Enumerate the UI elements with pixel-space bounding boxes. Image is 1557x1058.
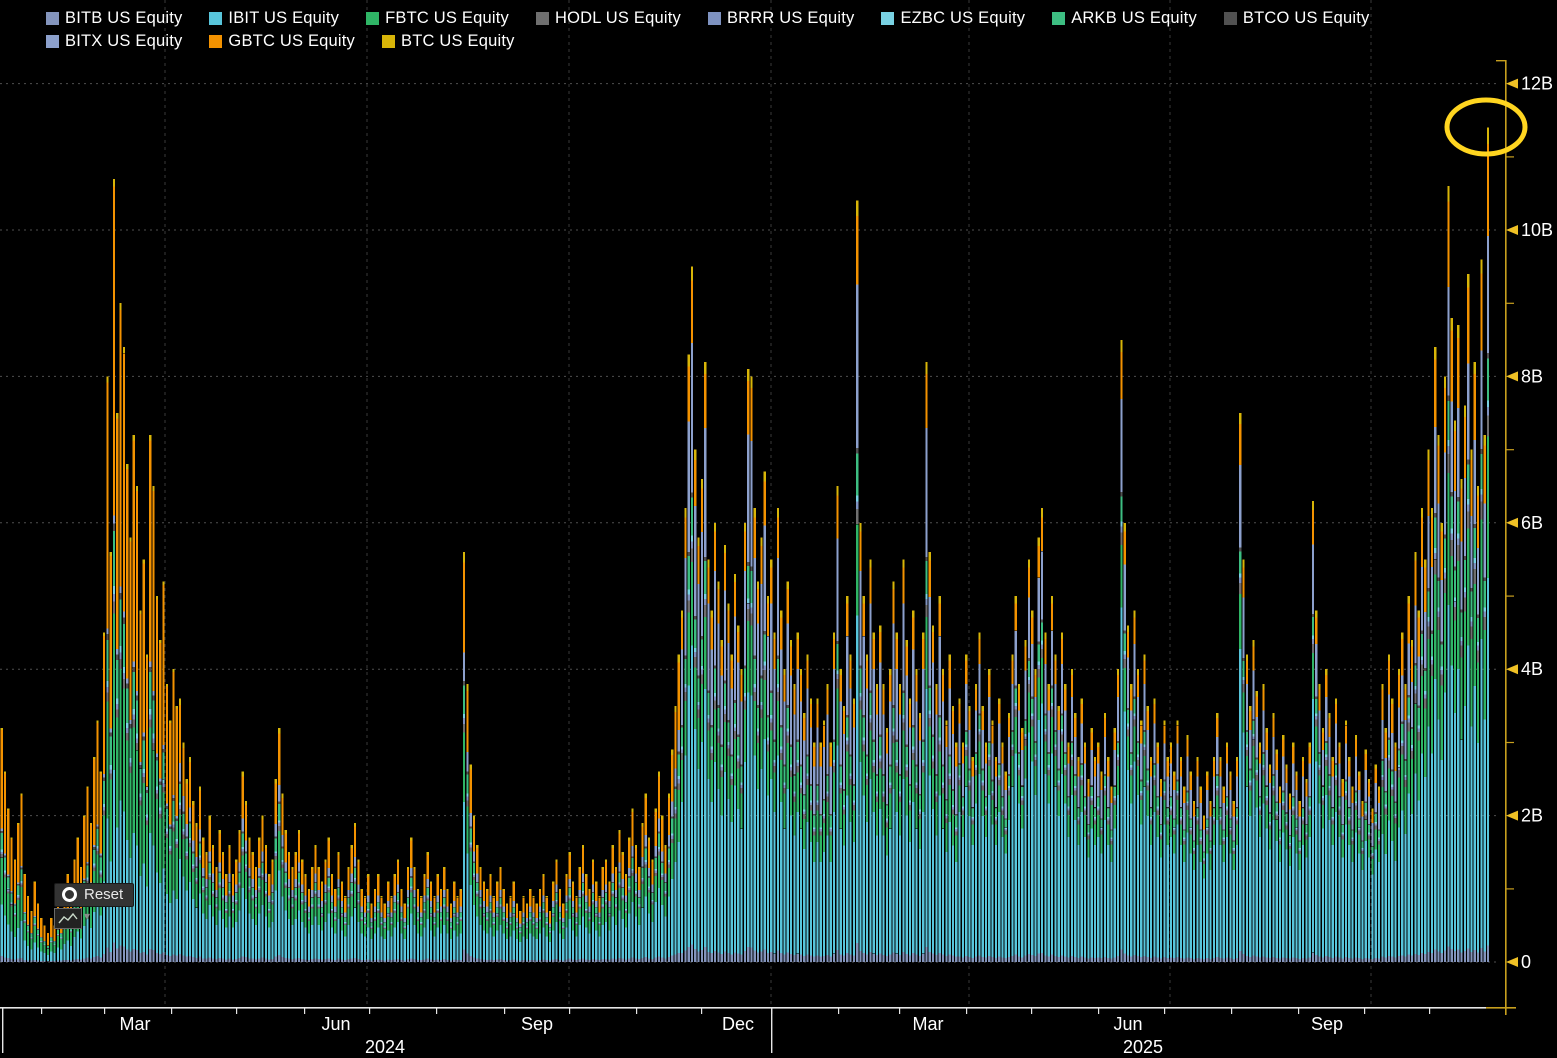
legend-item-brrr[interactable]: BRRR US Equity xyxy=(708,7,855,29)
legend-label: BTC US Equity xyxy=(401,32,515,51)
reset-target-icon xyxy=(62,887,77,902)
legend-item-bitb[interactable]: BITB US Equity xyxy=(46,7,182,29)
legend-swatch-btc xyxy=(382,35,395,48)
legend-item-btc[interactable]: BTC US Equity xyxy=(382,30,515,52)
legend-swatch-btco xyxy=(1224,12,1237,25)
legend-item-gbtc[interactable]: GBTC US Equity xyxy=(209,30,355,52)
chart-legend: BITB US Equity IBIT US Equity FBTC US Equi… xyxy=(46,7,1524,52)
legend-label: BITB US Equity xyxy=(65,9,182,28)
legend-swatch-ibit xyxy=(209,12,222,25)
legend-swatch-brrr xyxy=(708,12,721,25)
legend-item-bitx[interactable]: BITX US Equity xyxy=(46,30,182,52)
chart-type-dropdown-caret[interactable]: ▾ xyxy=(84,907,90,926)
stacked-volume-bars xyxy=(1,128,1490,963)
legend-item-arkb[interactable]: ARKB US Equity xyxy=(1052,7,1197,29)
legend-item-fbtc[interactable]: FBTC US Equity xyxy=(366,7,509,29)
legend-label: BTCO US Equity xyxy=(1243,9,1370,28)
legend-label: BITX US Equity xyxy=(65,32,182,51)
legend-swatch-bitb xyxy=(46,12,59,25)
volume-chart: 02B4B6B8B10B12B MarJunSepDecMarJunSep2024… xyxy=(0,0,1557,1058)
x-axis-labels: MarJunSepDecMarJunSep20242025 xyxy=(2,1007,1430,1057)
legend-swatch-bitx xyxy=(46,35,59,48)
legend-swatch-arkb xyxy=(1052,12,1065,25)
reset-button-label: Reset xyxy=(84,886,123,903)
legend-item-ibit[interactable]: IBIT US Equity xyxy=(209,7,339,29)
bloomberg-volume-chart-window: { "controls": { "reset_label": "Reset" }… xyxy=(0,0,1557,1058)
legend-swatch-gbtc xyxy=(209,35,222,48)
legend-label: IBIT US Equity xyxy=(228,9,339,28)
legend-swatch-fbtc xyxy=(366,12,379,25)
legend-swatch-hodl xyxy=(536,12,549,25)
legend-label: ARKB US Equity xyxy=(1071,9,1197,28)
chart-type-button[interactable] xyxy=(54,908,82,929)
legend-label: EZBC US Equity xyxy=(900,9,1025,28)
reset-button[interactable]: Reset xyxy=(54,883,134,907)
legend-item-hodl[interactable]: HODL US Equity xyxy=(536,7,681,29)
legend-label: BRRR US Equity xyxy=(727,9,855,28)
mini-line-chart-icon xyxy=(57,911,79,926)
y-axis-labels: 02B4B6B8B10B12B xyxy=(1505,74,1553,972)
legend-swatch-ezbc xyxy=(881,12,894,25)
legend-label: GBTC US Equity xyxy=(228,32,355,51)
legend-label: HODL US Equity xyxy=(555,9,681,28)
legend-label: FBTC US Equity xyxy=(385,9,509,28)
legend-item-btco[interactable]: BTCO US Equity xyxy=(1224,7,1370,29)
legend-item-ezbc[interactable]: EZBC US Equity xyxy=(881,7,1025,29)
record-volume-circle-annotation xyxy=(1447,100,1525,154)
